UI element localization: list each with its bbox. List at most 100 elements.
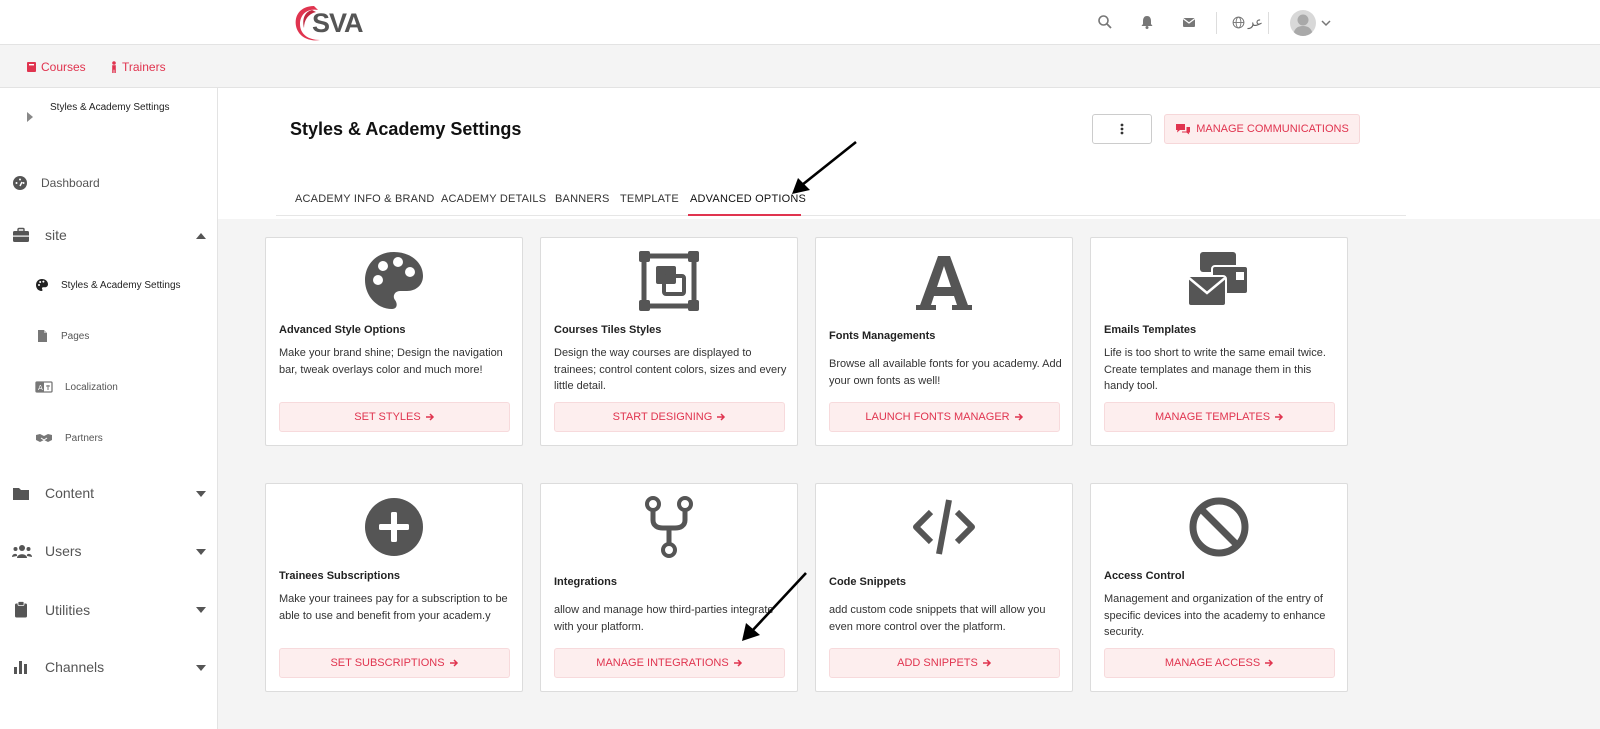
card-advanced-style-options: Advanced Style Options Make your brand s… — [265, 237, 523, 446]
sidebar-item-content[interactable]: Content — [12, 485, 94, 501]
card-courses-tiles-styles: Courses Tiles Styles Design the way cour… — [540, 237, 798, 446]
language-label: عر — [1248, 14, 1263, 29]
bell-icon[interactable] — [1139, 14, 1155, 30]
sidebar-item-partners[interactable]: Partners — [35, 431, 103, 445]
svg-text:A: A — [38, 384, 43, 392]
manage-communications-label: MANAGE COMMUNICATIONS — [1196, 123, 1349, 135]
set-styles-button[interactable]: SET STYLES — [279, 402, 510, 432]
caret-down-icon[interactable] — [196, 607, 206, 613]
caret-down-icon[interactable] — [196, 549, 206, 555]
set-subscriptions-button[interactable]: SET SUBSCRIPTIONS — [279, 648, 510, 678]
arrow-right-icon — [1014, 413, 1023, 421]
annotation-arrow-icon — [792, 140, 857, 194]
sidebar-item-pages[interactable]: Pages — [35, 329, 89, 343]
logo-text: SVA — [312, 8, 364, 38]
card-title: Fonts Managements — [829, 330, 936, 342]
sidebar-item-site[interactable]: site — [12, 227, 67, 243]
sidebar: Styles & Academy Settings Dashboard site… — [0, 88, 218, 729]
envelopes-icon — [1187, 252, 1249, 307]
arrow-right-icon — [717, 413, 726, 421]
caret-up-icon[interactable] — [196, 233, 206, 239]
sidebar-item-label: site — [45, 227, 67, 243]
card-code-snippets: Code Snippets add custom code snippets t… — [815, 483, 1073, 692]
tab-advanced-options[interactable]: ADVANCED OPTIONS — [690, 193, 806, 205]
tab-template[interactable]: TEMPLATE — [620, 193, 679, 205]
clipboard-icon — [15, 601, 27, 618]
sidebar-breadcrumb: Styles & Academy Settings — [50, 102, 170, 113]
card-title: Trainees Subscriptions — [279, 570, 401, 582]
users-icon — [12, 544, 32, 558]
nav-courses-label: Courses — [41, 60, 86, 74]
card-description: Make your trainees pay for a subscriptio… — [279, 593, 508, 622]
sidebar-item-label: Users — [45, 543, 82, 559]
toolbox-icon — [13, 227, 29, 242]
caret-right-icon[interactable] — [27, 112, 33, 122]
sidebar-item-label: Styles & Academy Settings — [61, 279, 181, 291]
manage-access-button[interactable]: MANAGE ACCESS — [1104, 648, 1335, 678]
font-icon — [916, 256, 972, 310]
nav-trainers[interactable]: Trainers — [110, 60, 166, 74]
tab-banners[interactable]: BANNERS — [555, 193, 610, 205]
main-content: Styles & Academy Settings MANAGE COMMUNI… — [218, 88, 1600, 729]
caret-down-icon[interactable] — [196, 491, 206, 497]
sidebar-item-dashboard[interactable]: Dashboard — [12, 175, 100, 191]
annotation-arrow-icon — [742, 572, 807, 641]
start-designing-button[interactable]: START DESIGNING — [554, 402, 785, 432]
sidebar-item-label: Content — [45, 485, 95, 501]
button-label: MANAGE ACCESS — [1164, 657, 1261, 669]
search-icon[interactable] — [1097, 14, 1113, 30]
kebab-icon — [1120, 123, 1124, 135]
top-header: SVA عر — [0, 0, 1600, 45]
language-switcher[interactable]: عر — [1232, 14, 1263, 30]
button-label: SET STYLES — [354, 411, 421, 423]
card-description: Make your brand shine; Design the naviga… — [279, 347, 503, 376]
person-icon — [112, 61, 116, 73]
sidebar-item-utilities[interactable]: Utilities — [12, 601, 90, 618]
button-label: MANAGE INTEGRATIONS — [596, 657, 729, 669]
card-trainees-subscriptions: Trainees Subscriptions Make your trainee… — [265, 483, 523, 692]
sidebar-item-label: Channels — [45, 659, 105, 675]
sidebar-item-localization[interactable]: A Localization — [35, 380, 118, 394]
chevron-down-icon[interactable] — [1320, 17, 1332, 29]
add-snippets-button[interactable]: ADD SNIPPETS — [829, 648, 1060, 678]
card-title: Advanced Style Options — [279, 324, 406, 336]
arrow-right-icon — [982, 659, 991, 667]
tab-academy-info-brand[interactable]: ACADEMY INFO & BRAND — [295, 193, 435, 205]
arrow-right-icon — [1275, 413, 1284, 421]
sidebar-item-styles-settings[interactable]: Styles & Academy Settings — [35, 278, 181, 292]
arrow-right-icon — [449, 659, 458, 667]
manage-templates-button[interactable]: MANAGE TEMPLATES — [1104, 402, 1335, 432]
code-icon — [913, 499, 975, 555]
bar-chart-icon — [14, 661, 27, 674]
arrow-right-icon — [733, 659, 742, 667]
gauge-icon — [13, 176, 27, 190]
plus-circle-icon — [365, 498, 423, 556]
card-description: add custom code snippets that will allow… — [829, 604, 1046, 633]
sidebar-item-users[interactable]: Users — [12, 543, 82, 559]
sidebar-item-label: Dashboard — [41, 176, 100, 190]
launch-fonts-manager-button[interactable]: LAUNCH FONTS MANAGER — [829, 402, 1060, 432]
button-label: START DESIGNING — [612, 411, 713, 423]
book-icon — [27, 62, 36, 72]
sidebar-item-label: Partners — [65, 432, 103, 444]
header-divider — [1268, 12, 1269, 34]
mail-icon[interactable] — [1181, 14, 1197, 30]
manage-integrations-button[interactable]: MANAGE INTEGRATIONS — [554, 648, 785, 678]
card-description: Browse all available fonts for you acade… — [829, 358, 1062, 387]
manage-communications-button[interactable]: MANAGE COMMUNICATIONS — [1164, 114, 1360, 144]
handshake-icon — [36, 434, 52, 442]
card-fonts-managements: Fonts Managements Browse all available f… — [815, 237, 1073, 446]
card-description: Management and organization of the entry… — [1104, 593, 1326, 638]
more-options-button[interactable] — [1092, 114, 1152, 144]
tab-academy-details[interactable]: ACADEMY DETAILS — [441, 193, 546, 205]
folder-icon — [13, 487, 29, 500]
logo[interactable]: SVA — [292, 2, 364, 42]
caret-down-icon[interactable] — [196, 665, 206, 671]
button-label: MANAGE TEMPLATES — [1154, 411, 1271, 423]
sidebar-item-channels[interactable]: Channels — [12, 659, 104, 675]
card-title: Courses Tiles Styles — [554, 324, 662, 336]
button-label: LAUNCH FONTS MANAGER — [865, 411, 1010, 423]
nav-courses[interactable]: Courses — [26, 60, 86, 74]
avatar[interactable] — [1290, 10, 1316, 36]
card-title: Code Snippets — [829, 576, 907, 588]
